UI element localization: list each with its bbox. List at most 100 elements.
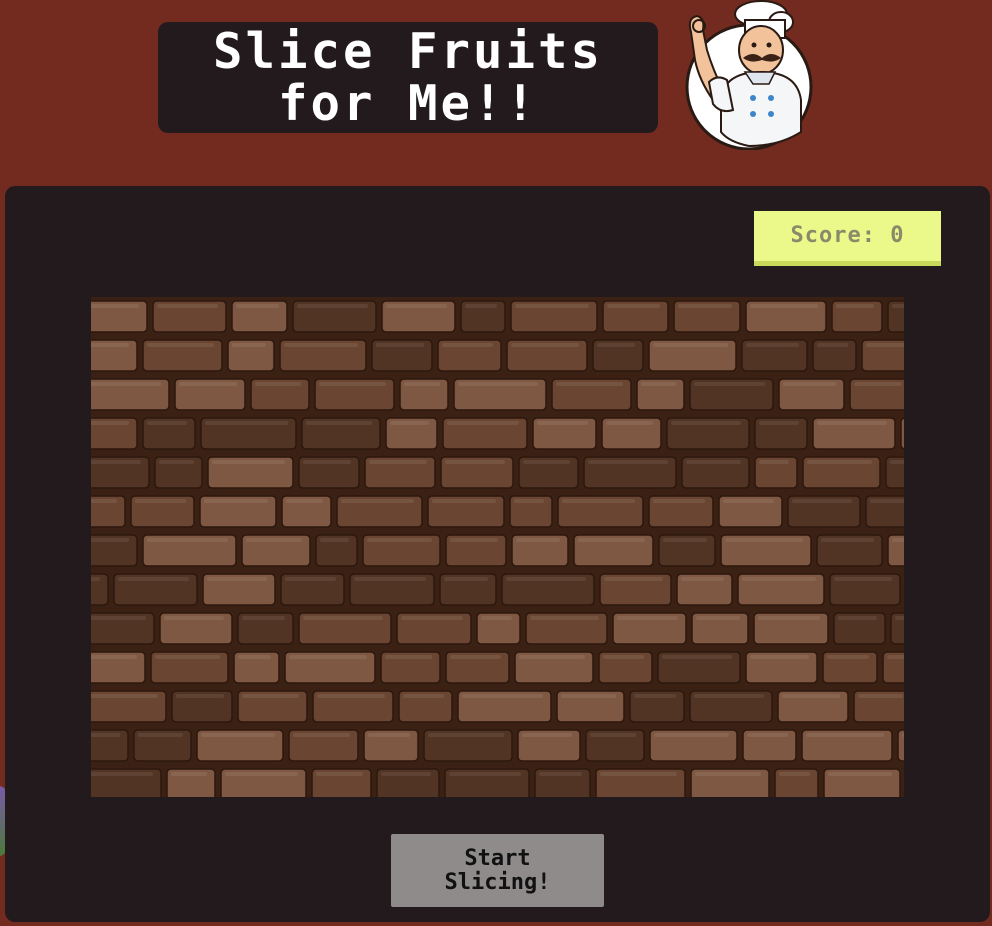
score-display: Score: 0	[754, 211, 941, 266]
brick-highlight	[671, 421, 741, 425]
brick-highlight	[91, 655, 137, 659]
brick-highlight	[537, 421, 588, 425]
score-value: 0	[890, 223, 905, 248]
game-canvas[interactable]	[91, 297, 904, 797]
brick-highlight	[91, 733, 120, 737]
brick-highlight	[376, 343, 424, 347]
brick-highlight	[481, 616, 512, 620]
brick-highlight	[91, 538, 129, 542]
brick-highlight	[432, 499, 496, 503]
brick-highlight	[834, 577, 892, 581]
brick-highlight	[515, 304, 589, 308]
brick-highlight	[750, 655, 809, 659]
brick-highlight	[821, 538, 874, 542]
brick-highlight	[135, 499, 186, 503]
brick-highlight	[759, 460, 789, 464]
brick	[900, 417, 904, 450]
brick-highlight	[236, 304, 279, 308]
brick-highlight	[147, 421, 187, 425]
brick-highlight	[641, 382, 676, 386]
brick-highlight	[750, 304, 818, 308]
brick-highlight	[317, 694, 385, 698]
brick-highlight	[285, 577, 336, 581]
brick-highlight	[588, 460, 668, 464]
brick-highlight	[590, 733, 636, 737]
brick-highlight	[207, 577, 267, 581]
brick-highlight	[725, 538, 803, 542]
chef-mascot-icon	[683, 0, 815, 151]
brick-highlight	[341, 499, 414, 503]
brick-highlight	[289, 655, 367, 659]
brick-highlight	[212, 460, 285, 464]
brick-highlight	[866, 343, 904, 347]
start-button-line-1: Start	[464, 845, 531, 871]
brick-highlight	[147, 538, 228, 542]
brick-highlight	[617, 616, 678, 620]
brick-highlight	[232, 343, 266, 347]
brick-highlight	[854, 382, 902, 386]
brick-highlight	[462, 694, 543, 698]
brick-highlight	[390, 421, 429, 425]
brick-highlight	[401, 616, 463, 620]
brick-highlight	[319, 382, 386, 386]
brick-highlight	[870, 499, 904, 503]
brick-highlight	[686, 460, 741, 464]
brick-highlight	[91, 304, 139, 308]
brick-highlight	[597, 343, 635, 347]
brick-highlight	[386, 304, 447, 308]
brick-highlight	[176, 694, 224, 698]
brick-highlight	[836, 304, 874, 308]
brick-highlight	[246, 538, 302, 542]
brick-highlight	[303, 460, 351, 464]
brick-highlight	[530, 616, 599, 620]
brick-highlight	[887, 655, 904, 659]
brick-highlight	[759, 421, 799, 425]
brick-highlight	[242, 616, 285, 620]
brick-highlight	[306, 421, 372, 425]
brick-highlight	[678, 304, 732, 308]
brick-highlight	[653, 499, 705, 503]
brick-highlight	[695, 772, 761, 776]
brick-highlight	[320, 538, 349, 542]
brick-highlight	[91, 460, 141, 464]
brick-highlight	[746, 343, 799, 347]
start-slicing-button[interactable]: Start Slicing!	[391, 834, 604, 907]
brick-wall-background	[91, 297, 904, 797]
brick-highlight	[696, 616, 740, 620]
brick-highlight	[892, 538, 904, 542]
brick-highlight	[892, 304, 904, 308]
brick-highlight	[225, 772, 298, 776]
brick-highlight	[694, 694, 764, 698]
brick-highlight	[354, 577, 426, 581]
brick-highlight	[450, 655, 501, 659]
game-title: Slice Fruits for Me!!	[158, 22, 658, 133]
brick-highlight	[723, 499, 774, 503]
brick-highlight	[514, 499, 544, 503]
brick-highlight	[634, 694, 676, 698]
brick-highlight	[465, 304, 497, 308]
brick-highlight	[516, 538, 560, 542]
brick-highlight	[316, 772, 363, 776]
brick-highlight	[828, 772, 892, 776]
brick-highlight	[817, 343, 848, 347]
brick-highlight	[603, 655, 644, 659]
brick-highlight	[91, 577, 100, 581]
brick-highlight	[164, 616, 224, 620]
brick-highlight	[367, 538, 432, 542]
brick-highlight	[506, 577, 586, 581]
brick-highlight	[293, 733, 350, 737]
brick-highlight	[297, 304, 368, 308]
brick-highlight	[562, 499, 635, 503]
brick-highlight	[890, 460, 904, 464]
brick-highlight	[91, 343, 129, 347]
brick-highlight	[238, 655, 271, 659]
brick-highlight	[404, 382, 440, 386]
brick-highlight	[242, 694, 299, 698]
brick-highlight	[779, 772, 810, 776]
brick-highlight	[449, 772, 521, 776]
brick-highlight	[539, 772, 582, 776]
brick-highlight	[817, 421, 887, 425]
start-button-line-2: Slicing!	[444, 869, 551, 895]
brick-highlight	[662, 655, 732, 659]
brick-highlight	[827, 655, 869, 659]
